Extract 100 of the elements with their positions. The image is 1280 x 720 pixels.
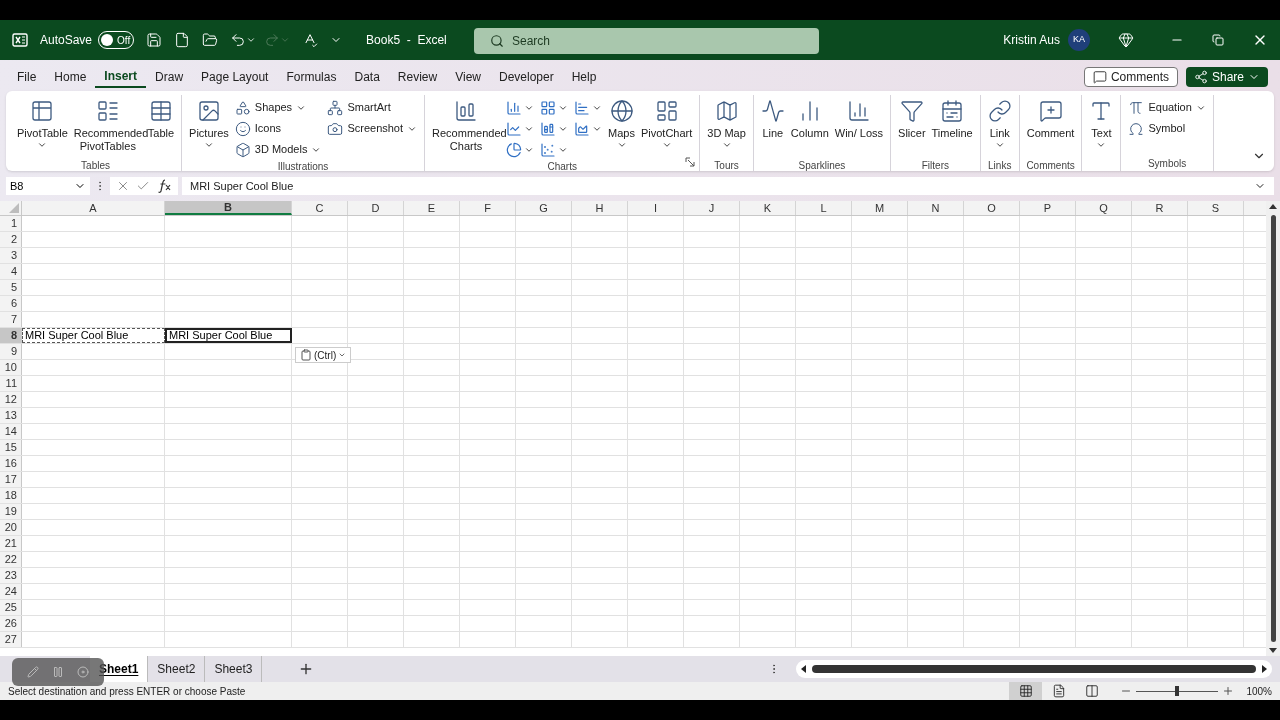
vertical-scrollbar[interactable] (1266, 201, 1280, 656)
ribbon-button[interactable]: Recommended Charts (429, 97, 504, 159)
row-header[interactable]: 11 (0, 376, 22, 391)
grid-heading[interactable]: H (572, 201, 628, 215)
row-header[interactable]: 9 (0, 344, 22, 359)
menu-tab[interactable]: Page Layout (192, 66, 278, 88)
menu-tab[interactable]: Developer (490, 66, 563, 88)
grid-heading[interactable]: L (796, 201, 852, 215)
paste-options-button[interactable]: (Ctrl) (295, 347, 352, 363)
ribbon-button[interactable]: Comment (1023, 97, 1078, 159)
user-avatar[interactable]: KA (1068, 29, 1090, 51)
ribbon-button[interactable]: Symbol (1125, 118, 1189, 139)
ribbon-button[interactable]: PivotChart (637, 97, 696, 159)
view-button[interactable] (1009, 682, 1043, 700)
ribbon-button[interactable]: Text (1086, 97, 1117, 159)
diamond-icon[interactable] (1118, 32, 1134, 48)
down-arrow-icon[interactable] (1269, 646, 1277, 654)
ribbon-button[interactable]: Icons (231, 118, 285, 139)
menu-tab[interactable]: File (8, 66, 46, 88)
ribbon-button[interactable]: PivotTable (14, 97, 71, 159)
row-header[interactable]: 18 (0, 488, 22, 503)
grid-heading[interactable]: F (460, 201, 516, 215)
open-folder-icon[interactable] (202, 32, 219, 48)
grid-heading[interactable]: S (1188, 201, 1244, 215)
grid-heading[interactable]: B (165, 201, 292, 215)
grid-heading[interactable]: J (684, 201, 740, 215)
row-header[interactable]: 5 (0, 280, 22, 295)
ribbon-button[interactable]: Slicer (895, 97, 929, 159)
grid-heading[interactable]: Q (1076, 201, 1132, 215)
menu-tab[interactable]: Insert (95, 66, 147, 88)
row-header[interactable]: 17 (0, 472, 22, 487)
grid-heading[interactable]: D (348, 201, 404, 215)
undo-icon[interactable] (230, 32, 247, 48)
new-file-icon[interactable] (174, 32, 191, 48)
menu-tab[interactable]: Home (45, 66, 96, 88)
row-header[interactable]: 23 (0, 568, 22, 583)
enter-icon[interactable] (136, 179, 150, 193)
ribbon-button[interactable]: Line (757, 97, 788, 159)
row-header[interactable]: 26 (0, 616, 22, 631)
function-icon[interactable] (156, 179, 172, 193)
menu-tab[interactable]: Formulas (277, 66, 346, 88)
row-header[interactable]: 6 (0, 296, 22, 311)
row-header[interactable]: 7 (0, 312, 22, 327)
ribbon-button[interactable]: Maps (605, 97, 638, 159)
grid-heading[interactable]: R (1132, 201, 1188, 215)
grid-heading[interactable]: P (1020, 201, 1076, 215)
row-header[interactable]: 10 (0, 360, 22, 375)
ribbon-button[interactable]: SmartArt (324, 97, 394, 118)
ribbon-button[interactable]: Win/ Loss (831, 97, 887, 159)
row-header[interactable]: 21 (0, 536, 22, 551)
name-box[interactable]: B8 (6, 177, 90, 195)
search-field[interactable]: Search (474, 28, 819, 54)
pause-icon[interactable] (52, 666, 64, 678)
ribbon-button[interactable]: 3D Map (704, 97, 749, 159)
cancel-icon[interactable] (116, 179, 130, 193)
menu-tab[interactable]: Data (345, 66, 389, 88)
grid-heading[interactable]: M (852, 201, 908, 215)
row-header[interactable]: 8 (0, 328, 22, 343)
save-icon[interactable] (146, 32, 163, 48)
grid-heading[interactable]: K (740, 201, 796, 215)
grid-heading[interactable]: E (404, 201, 460, 215)
grid-heading[interactable]: G (516, 201, 572, 215)
right-arrow-icon[interactable] (1260, 665, 1268, 673)
row-header[interactable]: 27 (0, 632, 22, 647)
row-header[interactable]: 12 (0, 392, 22, 407)
menu-tab[interactable]: Draw (146, 66, 193, 88)
ribbon-button[interactable]: Timeline (928, 97, 976, 159)
ribbon-button[interactable]: 3D Models (231, 139, 325, 160)
grid-heading[interactable]: N (908, 201, 964, 215)
ribbon-button[interactable]: Screenshot (324, 118, 421, 139)
zoom-slider[interactable] (1136, 686, 1219, 696)
horizontal-scrollbar[interactable] (796, 660, 1272, 678)
left-arrow-icon[interactable] (800, 665, 808, 673)
pencil-icon[interactable] (26, 666, 39, 678)
menu-tab[interactable]: View (446, 66, 490, 88)
share-button[interactable]: Share (1185, 67, 1268, 87)
row-header[interactable]: 14 (0, 424, 22, 439)
ribbon-button[interactable]: Equation (1125, 97, 1209, 118)
row-header[interactable]: 22 (0, 552, 22, 567)
row-header[interactable]: 1 (0, 216, 22, 231)
row-header[interactable]: 15 (0, 440, 22, 455)
up-arrow-icon[interactable] (1269, 203, 1277, 211)
comments-button[interactable]: Comments (1083, 67, 1178, 87)
dialog-launcher-icon[interactable] (685, 157, 696, 167)
row-header[interactable]: 25 (0, 600, 22, 615)
grid-heading[interactable]: C (292, 201, 348, 215)
row-header[interactable]: 13 (0, 408, 22, 423)
ribbon-button[interactable]: Shapes (231, 97, 310, 118)
formula-field[interactable]: MRI Super Cool Blue (182, 177, 1274, 195)
menu-tab[interactable]: Help (562, 66, 606, 88)
grid-heading[interactable]: I (628, 201, 684, 215)
grid-heading[interactable]: O (964, 201, 1020, 215)
ribbon-button[interactable]: Link (984, 97, 1015, 159)
ribbon-button[interactable]: Column (787, 97, 832, 159)
row-header[interactable]: 16 (0, 456, 22, 471)
row-header[interactable]: 19 (0, 504, 22, 519)
row-header[interactable]: 4 (0, 264, 22, 279)
row-header[interactable]: 3 (0, 248, 22, 263)
row-header[interactable]: 20 (0, 520, 22, 535)
spelling-icon[interactable] (302, 32, 319, 48)
